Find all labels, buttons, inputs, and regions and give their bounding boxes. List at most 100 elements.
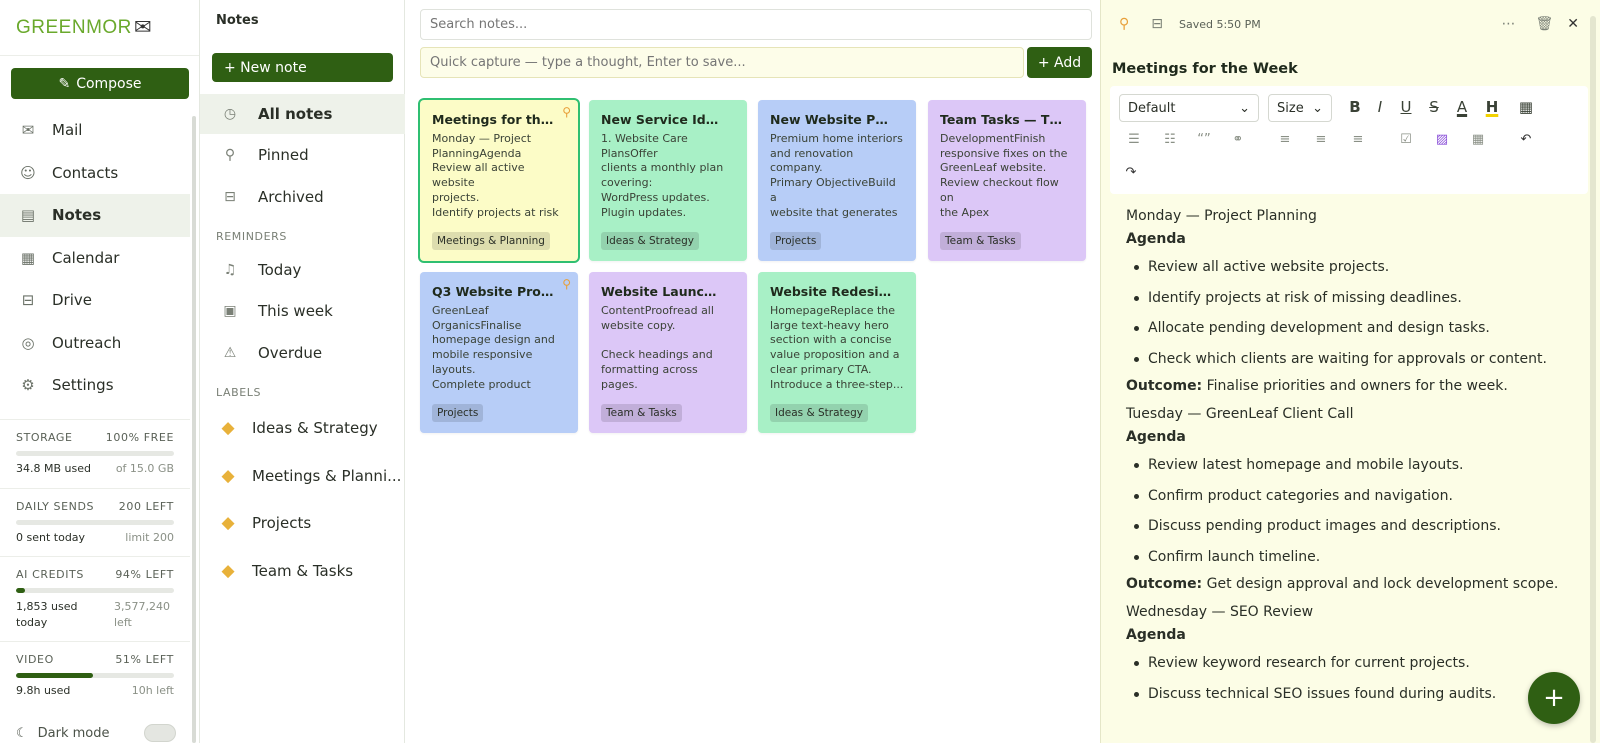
drive-icon: ⊟ — [21, 291, 35, 310]
notes-view-archived[interactable]: ⊟ Archived — [200, 177, 405, 217]
size-select[interactable]: Size ⌄ — [1268, 94, 1332, 122]
note-card[interactable]: Team Tasks — Thi... DevelopmentFinish re… — [928, 100, 1086, 261]
nav-item-outreach[interactable]: ◎ Outreach — [0, 322, 190, 365]
quota-total: 3,577,240 left — [114, 600, 170, 629]
size-select-value: Size — [1277, 100, 1304, 116]
quota-total: limit 200 — [125, 531, 174, 544]
table-color-icon[interactable]: ▦ — [1515, 96, 1537, 118]
italic-icon[interactable]: I — [1369, 96, 1391, 118]
label-item[interactable]: ◆ Projects — [200, 503, 405, 543]
numbered-list-icon[interactable]: ☷ — [1159, 128, 1181, 150]
dark-mode-toggle[interactable] — [144, 724, 176, 742]
pencil-icon: ✎ — [58, 75, 71, 92]
quick-capture-input[interactable] — [420, 47, 1024, 78]
nav-item-notes[interactable]: ▤ Notes — [0, 194, 190, 237]
editor-scrollbar[interactable] — [1590, 16, 1596, 743]
reminder-overdue[interactable]: ⚠ Overdue — [200, 333, 405, 373]
text-color-icon[interactable]: A — [1451, 96, 1473, 118]
nav-label: Contacts — [52, 163, 119, 182]
note-card[interactable]: Website Launch C... ContentProofread all… — [589, 272, 747, 433]
undo-icon[interactable]: ↶ — [1515, 128, 1537, 150]
content-heading: Agenda — [1126, 627, 1186, 643]
nav-item-contacts[interactable]: ☺ Contacts — [0, 152, 190, 195]
image-icon[interactable]: ▨ — [1431, 128, 1453, 150]
search-notes-input[interactable] — [420, 9, 1092, 40]
brand[interactable]: GREENMOR ✉ — [0, 0, 199, 56]
note-card-title: Team Tasks — Thi... — [940, 112, 1074, 127]
nav-item-drive[interactable]: ⊟ Drive — [0, 279, 190, 322]
nav-item-mail[interactable]: ✉ Mail — [0, 109, 190, 152]
reminder-today[interactable]: ♫ Today — [200, 250, 405, 290]
align-left-icon[interactable]: ≡ — [1274, 128, 1296, 150]
notes-view-pinned[interactable]: ⚲ Pinned — [200, 135, 405, 175]
reminder-this-week[interactable]: ▣ This week — [200, 291, 405, 331]
note-card[interactable]: Website Redesign... HomepageReplace the … — [758, 272, 916, 433]
nav-label: Calendar — [52, 248, 120, 267]
notes-view-all[interactable]: ◷ All notes — [200, 94, 405, 134]
note-card[interactable]: New Service Idea... 1. Website Care Plan… — [589, 100, 747, 261]
quota-title: STORAGE — [16, 431, 73, 444]
label-item[interactable]: ◆ Meetings & Planni... — [200, 456, 405, 496]
more-options-icon[interactable]: ⋯ — [1501, 16, 1515, 32]
note-content[interactable]: Monday — Project Planning Agenda Review … — [1126, 206, 1578, 709]
checklist-icon[interactable]: ☑ — [1395, 128, 1417, 150]
content-bullet: Discuss pending product images and descr… — [1126, 511, 1578, 542]
note-card[interactable]: Meetings for the ... Monday — Project Pl… — [420, 100, 578, 261]
ai-credits-quota: AI CREDITS 94% LEFT 1,853 used today 3,577… — [0, 556, 190, 641]
note-card-body: GreenLeaf OrganicsFinalise homepage desi… — [432, 304, 555, 391]
pin-icon[interactable]: ⚲ — [562, 277, 571, 291]
note-card-tag: Team & Tasks — [940, 232, 1021, 250]
table-icon[interactable]: ▦ — [1467, 128, 1489, 150]
note-title[interactable]: Meetings for the Week — [1112, 61, 1298, 77]
plus-icon: + — [1543, 683, 1565, 713]
quote-icon[interactable]: “” — [1193, 128, 1215, 150]
app-root: GREENMOR ✉ ✎ Compose ✉ Mail ☺ Contacts ▤… — [0, 0, 1600, 743]
add-fab-button[interactable]: + — [1528, 672, 1580, 724]
compose-button[interactable]: ✎ Compose — [11, 68, 189, 99]
label-item[interactable]: ◆ Ideas & Strategy — [200, 408, 405, 448]
label-item[interactable]: ◆ Team & Tasks — [200, 551, 405, 591]
video-quota: VIDEO 51% LEFT 9.8h used 10h left — [0, 641, 190, 711]
storage-quota: STORAGE 100% FREE 34.8 MB used of 15.0 GB — [0, 419, 190, 488]
notes-nav-panel: Notes + New note ◷ All notes ⚲ Pinned ⊟ … — [200, 0, 405, 743]
new-note-button[interactable]: + New note — [212, 53, 393, 82]
pin-icon[interactable]: ⚲ — [1119, 16, 1129, 32]
content-bullet: Confirm launch timeline. — [1126, 542, 1578, 573]
content-bullet: Discuss technical SEO issues found durin… — [1126, 679, 1578, 710]
note-card[interactable]: New Website Proj... Premium home interio… — [758, 100, 916, 261]
outcome-text: Finalise priorities and owners for the w… — [1202, 378, 1508, 394]
trash-icon[interactable]: 🗑 — [1535, 16, 1553, 32]
note-card-tag: Projects — [432, 404, 484, 422]
notes-view-label: All notes — [258, 105, 333, 123]
underline-icon[interactable]: U — [1395, 96, 1417, 118]
sends-bar — [16, 520, 174, 525]
add-note-button[interactable]: + Add — [1027, 47, 1092, 78]
archive-icon[interactable]: ⊟ — [1151, 16, 1163, 32]
quota-title: DAILY SENDS — [16, 500, 95, 513]
redo-icon[interactable]: ↷ — [1120, 161, 1142, 183]
note-card-body: DevelopmentFinish responsive fixes on th… — [940, 132, 1068, 219]
note-card[interactable]: Q3 Website Proje... GreenLeaf OrganicsFi… — [420, 272, 578, 433]
highlight-icon[interactable]: H — [1481, 96, 1503, 118]
align-right-icon[interactable]: ≡ — [1347, 128, 1369, 150]
quota-used: 34.8 MB used — [16, 462, 91, 475]
sidebar-scrollbar[interactable] — [192, 116, 196, 743]
quota-remaining: 94% LEFT — [115, 568, 174, 581]
font-select[interactable]: Default ⌄ — [1119, 94, 1259, 122]
nav-item-calendar[interactable]: ▦ Calendar — [0, 237, 190, 280]
saved-status: Saved 5:50 PM — [1179, 17, 1261, 31]
quota-remaining: 100% FREE — [105, 431, 174, 444]
nav-item-settings[interactable]: ⚙ Settings — [0, 364, 190, 407]
calendar-icon: ▦ — [20, 248, 36, 267]
bullet-list-icon[interactable]: ☰ — [1123, 128, 1145, 150]
chevron-down-icon: ⌄ — [1239, 100, 1250, 116]
align-center-icon[interactable]: ≡ — [1310, 128, 1332, 150]
mail-icon: ✉ — [21, 121, 35, 140]
pin-icon[interactable]: ⚲ — [562, 105, 571, 119]
link-icon[interactable]: ⚭ — [1227, 128, 1249, 150]
close-icon[interactable]: ✕ — [1567, 16, 1579, 32]
reminder-label: This week — [258, 302, 333, 320]
bold-icon[interactable]: B — [1344, 96, 1366, 118]
video-bar — [16, 673, 174, 678]
strikethrough-icon[interactable]: S — [1423, 96, 1445, 118]
